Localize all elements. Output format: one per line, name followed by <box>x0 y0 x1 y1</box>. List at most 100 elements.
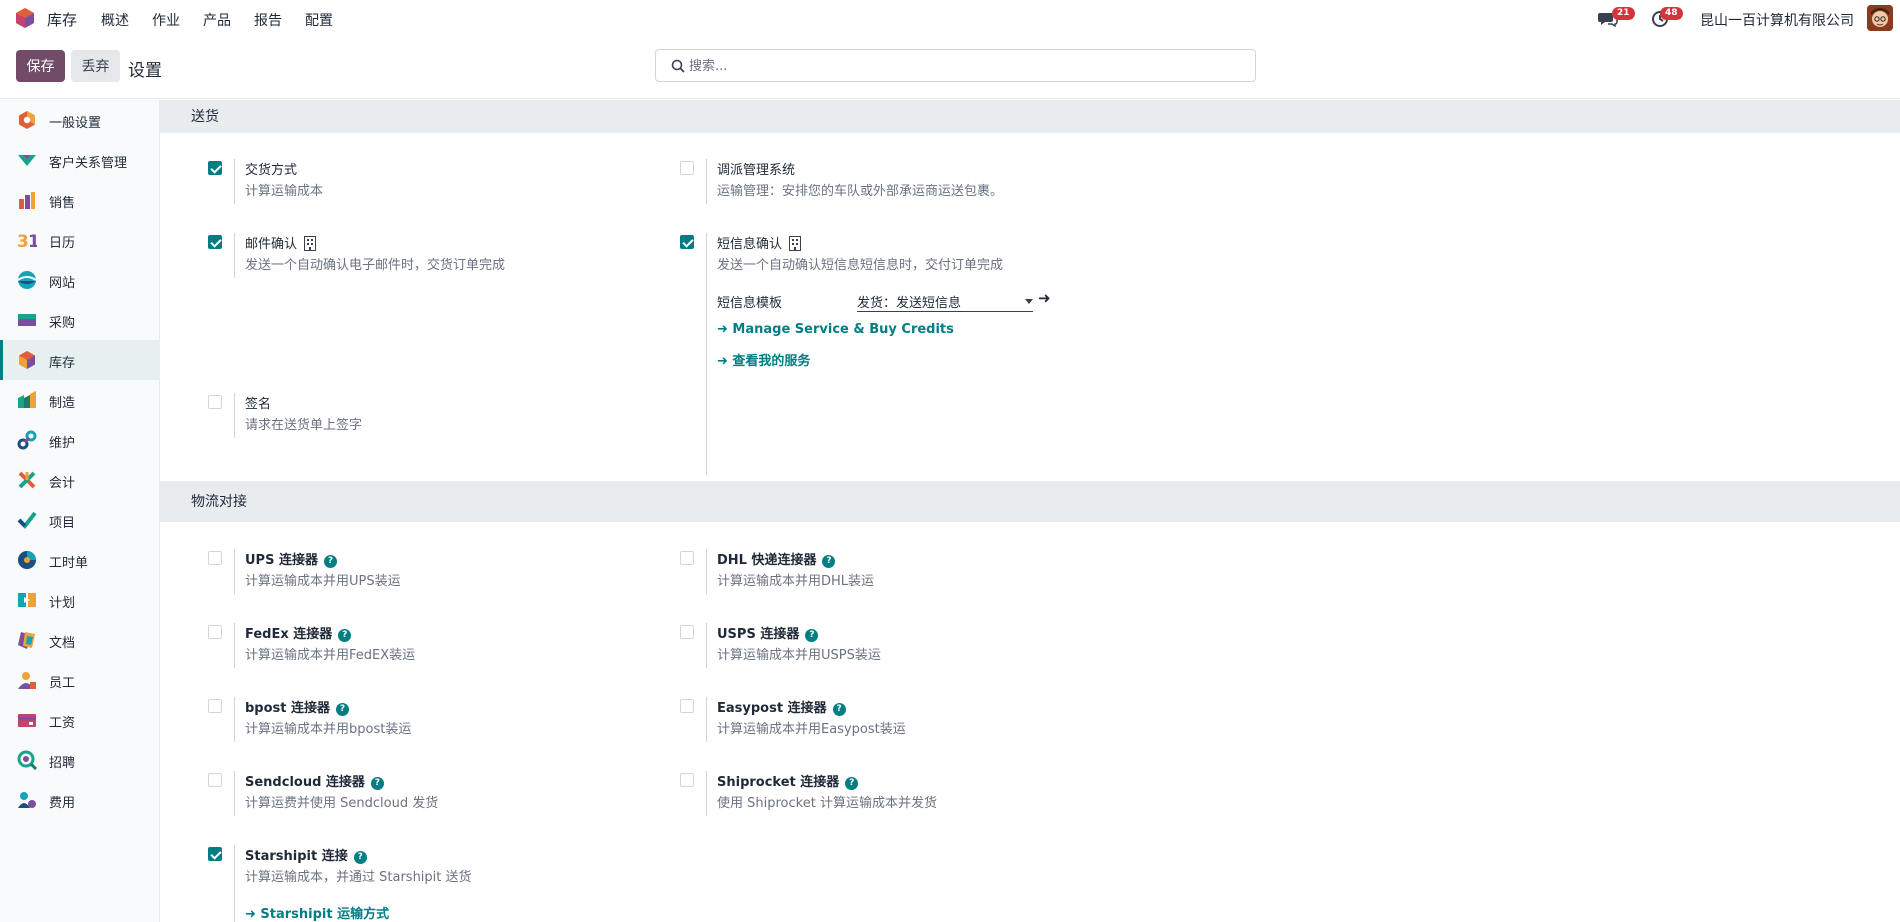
sms-template-select[interactable]: 发货：发送短信息 <box>857 292 1033 312</box>
general-settings-icon <box>19 111 35 129</box>
setting-description: 使用 Shiprocket 计算运输成本并发货 <box>717 796 937 811</box>
setting-title: FedEx 连接器? <box>245 623 352 642</box>
sms-confirmation-checkbox[interactable] <box>680 235 694 249</box>
fedex-checkbox[interactable] <box>208 625 222 639</box>
manage-service-link[interactable]: ➜ Manage Service & Buy Credits <box>717 322 954 337</box>
dispatch-checkbox[interactable] <box>680 161 694 175</box>
sidebar-item-purchase[interactable]: 采购 <box>0 300 160 340</box>
sidebar-item-manufacturing[interactable]: 制造 <box>0 380 160 420</box>
sidebar-item-label: 费用 <box>49 796 76 811</box>
sidebar-item-maintenance[interactable]: 维护 <box>0 420 160 460</box>
search-bar[interactable] <box>655 49 1256 82</box>
menu-reporting[interactable]: 报告 <box>254 10 282 30</box>
help-icon[interactable]: ? <box>845 777 859 790</box>
help-icon[interactable]: ? <box>323 555 337 568</box>
settings-sidebar: 一般设置 客户关系管理 销售 3 1 日历 网站 采购 库存 制造 维护 会计 … <box>0 100 160 922</box>
menu-configuration[interactable]: 配置 <box>305 10 333 30</box>
save-button[interactable]: 保存 <box>16 50 65 82</box>
search-input[interactable] <box>689 56 1239 76</box>
crm-icon <box>18 155 36 166</box>
setting-shiprocket-connector: Shiprocket 连接器? 使用 Shiprocket 计算运输成本并发货 <box>680 771 1140 816</box>
sales-icon <box>19 192 35 209</box>
sidebar-item-accounting[interactable]: 会计 <box>0 460 160 500</box>
usps-checkbox[interactable] <box>680 625 694 639</box>
user-avatar[interactable] <box>1867 5 1893 31</box>
sidebar-item-inventory[interactable]: 库存 <box>0 340 160 380</box>
chevron-down-icon <box>1025 299 1033 304</box>
sidebar-item-planning[interactable]: 计划 <box>0 580 160 620</box>
sidebar-item-website[interactable]: 网站 <box>0 260 160 300</box>
sidebar-item-calendar[interactable]: 3 1 日历 <box>0 220 160 260</box>
sidebar-item-crm[interactable]: 客户关系管理 <box>0 140 160 180</box>
setting-ups-connector: UPS 连接器? 计算运输成本并用UPS装运 <box>208 549 668 594</box>
setting-description: 计算运输成本并用DHL装运 <box>717 574 875 589</box>
sidebar-item-recruitment[interactable]: 招聘 <box>0 740 160 780</box>
search-icon <box>671 59 685 73</box>
setting-title: UPS 连接器? <box>245 549 337 568</box>
calendar-icon: 3 1 <box>17 232 37 250</box>
sidebar-item-label: 会计 <box>49 476 76 491</box>
menu-overview[interactable]: 概述 <box>101 10 129 30</box>
delivery-methods-checkbox[interactable] <box>208 161 222 175</box>
help-icon[interactable]: ? <box>370 777 384 790</box>
sendcloud-checkbox[interactable] <box>208 773 222 787</box>
setting-title: Sendcloud 连接器? <box>245 771 384 790</box>
sidebar-item-general-settings[interactable]: 一般设置 <box>0 100 160 140</box>
website-icon <box>17 271 37 289</box>
settings-content: 送货 交货方式 计算运输成本 调派管理系统 运输管理：安排您的车队或外部承运商运… <box>160 100 1900 922</box>
inventory-app-icon[interactable] <box>14 7 36 29</box>
help-icon[interactable]: ? <box>832 703 846 716</box>
sidebar-item-label: 计划 <box>49 596 76 611</box>
easypost-checkbox[interactable] <box>680 699 694 713</box>
shiprocket-checkbox[interactable] <box>680 773 694 787</box>
bpost-checkbox[interactable] <box>208 699 222 713</box>
sidebar-item-label: 制造 <box>49 396 76 411</box>
my-services-link[interactable]: ➜ 查看我的服务 <box>717 350 810 369</box>
control-panel: 保存 丢弃 设置 <box>0 37 1900 99</box>
top-navbar: 库存 概述 作业 产品 报告 配置 21 48 昆山一百计算机有限公司 <box>0 0 1900 37</box>
help-icon[interactable]: ? <box>336 703 350 716</box>
setting-description: 发送一个自动确认电子邮件时，交货订单完成 <box>245 258 506 273</box>
help-icon[interactable]: ? <box>338 629 352 642</box>
menu-products[interactable]: 产品 <box>203 10 231 30</box>
planning-icon <box>18 593 36 607</box>
setting-title: 邮件确认 <box>245 233 317 252</box>
signature-checkbox[interactable] <box>208 395 222 409</box>
company-switcher[interactable]: 昆山一百计算机有限公司 <box>1700 10 1854 30</box>
sidebar-item-employees[interactable]: 员工 <box>0 660 160 700</box>
ups-checkbox[interactable] <box>208 551 222 565</box>
dhl-checkbox[interactable] <box>680 551 694 565</box>
help-icon[interactable]: ? <box>353 851 367 864</box>
purchase-icon <box>18 314 36 326</box>
discard-button[interactable]: 丢弃 <box>71 50 120 82</box>
sidebar-item-project[interactable]: 项目 <box>0 500 160 540</box>
help-icon[interactable]: ? <box>805 629 819 642</box>
app-name[interactable]: 库存 <box>47 9 77 30</box>
starshipit-shipping-methods-link[interactable]: ➜ Starshipit 运输方式 <box>245 903 389 922</box>
building-icon <box>789 236 802 251</box>
activities-badge: 48 <box>1660 7 1683 20</box>
setting-title: Shiprocket 连接器? <box>717 771 859 790</box>
sidebar-item-label: 日历 <box>49 236 76 251</box>
sidebar-item-sales[interactable]: 销售 <box>0 180 160 220</box>
email-confirmation-checkbox[interactable] <box>208 235 222 249</box>
sidebar-item-payroll[interactable]: 工资 <box>0 700 160 740</box>
sidebar-item-expenses[interactable]: 费用 <box>0 780 160 820</box>
setting-starshipit-connector: Starshipit 连接? 计算运输成本，并通过 Starshipit 送货 … <box>208 845 668 922</box>
help-icon[interactable]: ? <box>822 555 836 568</box>
breadcrumb: 设置 <box>128 61 162 81</box>
setting-description: 计算运输成本并用Easypost装运 <box>717 722 906 737</box>
menu-operations[interactable]: 作业 <box>152 10 180 30</box>
internal-link-arrow-icon[interactable]: ➜ <box>1038 289 1051 307</box>
sms-template-value: 发货：发送短信息 <box>857 296 962 311</box>
starshipit-checkbox[interactable] <box>208 847 222 861</box>
building-icon <box>304 236 317 251</box>
sidebar-item-label: 销售 <box>49 196 76 211</box>
sidebar-item-label: 网站 <box>49 276 76 291</box>
sidebar-item-label: 一般设置 <box>49 116 102 131</box>
setting-bpost-connector: bpost 连接器? 计算运输成本并用bpost装运 <box>208 697 668 742</box>
sidebar-item-label: 维护 <box>49 436 76 451</box>
expenses-icon <box>18 792 36 808</box>
sidebar-item-timesheet[interactable]: 工时单 <box>0 540 160 580</box>
sidebar-item-documents[interactable]: 文档 <box>0 620 160 660</box>
